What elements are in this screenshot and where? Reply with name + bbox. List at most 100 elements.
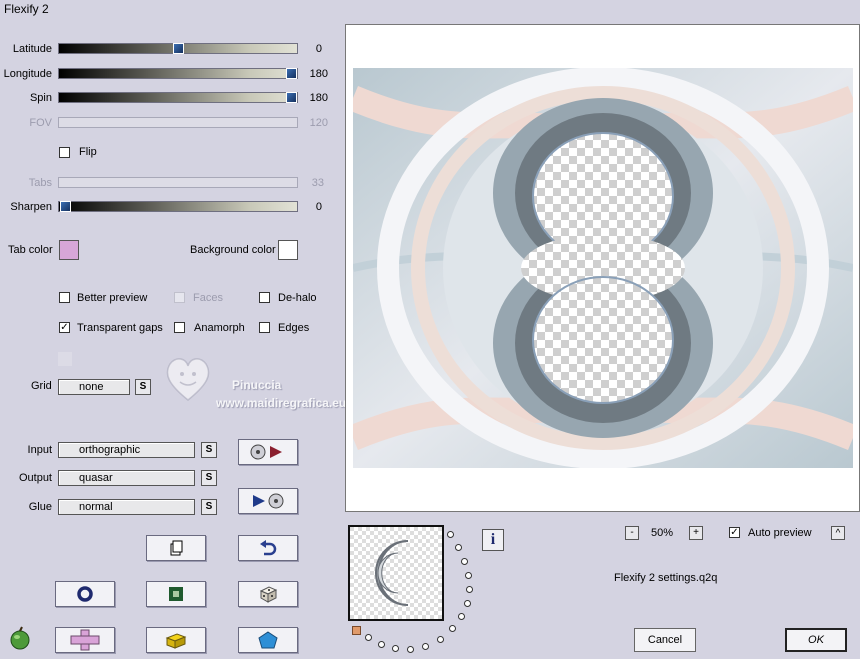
- view-dot[interactable]: [437, 636, 444, 643]
- zoom-value: 50%: [651, 527, 674, 539]
- zoom-out-button[interactable]: -: [625, 526, 639, 540]
- cross-button[interactable]: [55, 627, 115, 653]
- grid-s-button[interactable]: S: [135, 379, 151, 395]
- anamorph-checkbox[interactable]: [174, 322, 185, 333]
- view-dot[interactable]: [378, 641, 385, 648]
- watermark-name: Pinuccia: [232, 378, 282, 392]
- preview-image[interactable]: [348, 67, 858, 469]
- flip-label: Flip: [79, 146, 97, 158]
- pentagon-button[interactable]: [238, 627, 298, 653]
- info-button[interactable]: i: [482, 529, 504, 551]
- grid-select[interactable]: none: [58, 379, 130, 395]
- auto-preview-checkbox[interactable]: ✓: [729, 527, 740, 538]
- tab-color-label: Tab color: [8, 244, 53, 256]
- undo-icon: [260, 540, 277, 556]
- render-reverse-button[interactable]: [238, 488, 298, 514]
- background-color-swatch[interactable]: [278, 240, 298, 260]
- settings-filename: Flexify 2 settings.q2q: [614, 572, 718, 584]
- check-mark-icon: ✓: [730, 527, 739, 538]
- longitude-label: Longitude: [3, 68, 52, 80]
- apple-logo-icon[interactable]: [8, 626, 32, 650]
- collapse-button[interactable]: ^: [831, 526, 845, 540]
- ok-button[interactable]: OK: [785, 628, 847, 652]
- output-s-button[interactable]: S: [201, 470, 217, 486]
- view-dot[interactable]: [466, 586, 473, 593]
- flip-checkbox[interactable]: [59, 147, 70, 158]
- dice-icon: [259, 586, 278, 603]
- anamorph-label: Anamorph: [194, 322, 245, 334]
- yellow-brick-icon: [165, 633, 187, 649]
- latitude-slider[interactable]: [58, 43, 298, 54]
- copy-icon: [170, 540, 183, 556]
- view-dot[interactable]: [422, 643, 429, 650]
- tabs-value: 33: [311, 177, 324, 189]
- output-label: Output: [18, 472, 52, 484]
- heart-logo-icon: [162, 352, 214, 404]
- latitude-slider-thumb[interactable]: [173, 43, 184, 54]
- edges-label: Edges: [278, 322, 310, 334]
- latitude-label: Latitude: [12, 43, 52, 55]
- glue-select[interactable]: normal: [58, 499, 195, 515]
- input-select[interactable]: orthographic: [58, 442, 195, 458]
- longitude-value: 180: [309, 68, 328, 80]
- view-dot[interactable]: [458, 613, 465, 620]
- check-mark-icon: ✓: [60, 322, 69, 333]
- faces-label: Faces: [193, 292, 223, 304]
- fov-slider: [58, 117, 298, 128]
- input-label: Input: [27, 444, 52, 456]
- title-bar: Flexify 2: [0, 0, 860, 18]
- de-halo-checkbox[interactable]: [259, 292, 270, 303]
- play-disc-icon: [253, 493, 284, 509]
- fov-label: FOV: [29, 117, 52, 129]
- brick-button[interactable]: [146, 627, 206, 653]
- transparent-gaps-checkbox[interactable]: ✓: [59, 322, 70, 333]
- sharpen-label: Sharpen: [10, 201, 52, 213]
- grid-label: Grid: [31, 380, 52, 392]
- tabs-slider: [58, 177, 298, 188]
- undo-button[interactable]: [238, 535, 298, 561]
- view-dot[interactable]: [365, 634, 372, 641]
- spin-slider[interactable]: [58, 92, 298, 103]
- zoom-in-button[interactable]: +: [689, 526, 703, 540]
- spin-value: 180: [309, 92, 328, 104]
- sharpen-slider-thumb[interactable]: [60, 201, 71, 212]
- watermark-url: www.maidiregrafica.eu: [216, 396, 347, 410]
- random-button[interactable]: [238, 581, 298, 607]
- glue-s-button[interactable]: S: [201, 499, 217, 515]
- view-dot[interactable]: [449, 625, 456, 632]
- longitude-slider-thumb[interactable]: [286, 68, 297, 79]
- view-dot[interactable]: [392, 645, 399, 652]
- disc-play-icon: [250, 444, 282, 460]
- edges-checkbox[interactable]: [259, 322, 270, 333]
- tabs-label: Tabs: [28, 177, 52, 189]
- cancel-button[interactable]: Cancel: [634, 628, 696, 652]
- render-forward-button[interactable]: [238, 439, 298, 465]
- input-s-button[interactable]: S: [201, 442, 217, 458]
- sharpen-slider[interactable]: [58, 201, 298, 212]
- thumbnail-preview[interactable]: [348, 525, 444, 621]
- background-color-label: Background color: [190, 244, 276, 256]
- longitude-slider[interactable]: [58, 68, 298, 79]
- view-dot[interactable]: [464, 600, 471, 607]
- copy-button[interactable]: [146, 535, 206, 561]
- view-dot[interactable]: [407, 646, 414, 653]
- spin-slider-thumb[interactable]: [286, 92, 297, 103]
- thumbnail-marker: [352, 626, 361, 635]
- sharpen-value: 0: [315, 201, 322, 213]
- pentagon-icon: [258, 631, 278, 649]
- view-dot[interactable]: [461, 558, 468, 565]
- ring-icon: [77, 586, 93, 602]
- tab-color-swatch[interactable]: [59, 240, 79, 260]
- better-preview-checkbox[interactable]: [59, 292, 70, 303]
- view-dot[interactable]: [447, 531, 454, 538]
- view-dot[interactable]: [455, 544, 462, 551]
- faces-checkbox: [174, 292, 185, 303]
- ring-button[interactable]: [55, 581, 115, 607]
- faint-swatch: [58, 352, 72, 366]
- fov-value: 120: [309, 117, 328, 129]
- auto-preview-label: Auto preview: [748, 527, 812, 539]
- square-button[interactable]: [146, 581, 206, 607]
- output-select[interactable]: quasar: [58, 470, 195, 486]
- view-dot[interactable]: [465, 572, 472, 579]
- better-preview-label: Better preview: [77, 292, 148, 304]
